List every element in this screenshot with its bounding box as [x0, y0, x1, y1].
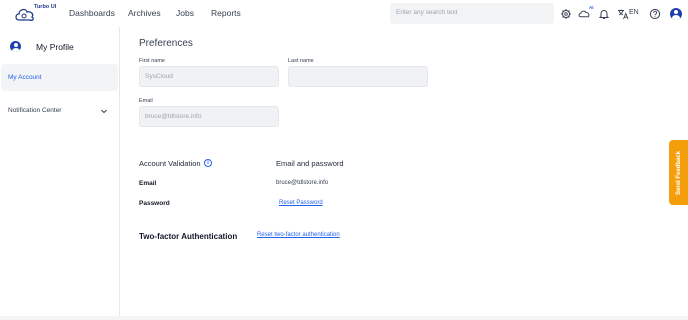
help-icon[interactable]	[649, 8, 661, 20]
nav-dashboards[interactable]: Dashboards	[69, 8, 115, 18]
nav-archives[interactable]: Archives	[128, 8, 161, 18]
first-name-label: First name	[139, 58, 165, 64]
app-logo[interactable]: Turbo UI	[14, 3, 57, 25]
search-input[interactable]: Enter any search text	[390, 3, 554, 24]
sidebar-item-label: My Account	[8, 74, 42, 81]
password-label: Password	[139, 200, 170, 207]
nav-jobs[interactable]: Jobs	[176, 8, 194, 18]
validation-method: Email and password	[276, 159, 344, 168]
send-feedback-button[interactable]: Send Feedback	[669, 140, 688, 205]
chevron-down-icon[interactable]	[100, 107, 108, 115]
profile-avatar-icon	[10, 41, 21, 52]
page-title: Preferences	[139, 38, 193, 49]
sidebar-item-my-account[interactable]: My Account	[1, 64, 118, 91]
account-validation-title: Account Validation	[139, 159, 201, 168]
user-avatar-icon[interactable]	[670, 8, 682, 20]
bottom-divider	[0, 316, 688, 320]
reset-two-factor-link[interactable]: Reset two-factor authentication	[257, 232, 340, 238]
first-name-field[interactable]: SysCloud	[139, 66, 279, 87]
sidebar-title: My Profile	[36, 42, 74, 52]
bell-icon[interactable]	[598, 8, 610, 20]
last-name-field[interactable]	[288, 66, 428, 87]
gear-icon[interactable]	[560, 8, 572, 20]
nav-reports[interactable]: Reports	[211, 8, 241, 18]
email-field[interactable]: bruce@tdlstore.info	[139, 106, 279, 127]
top-bar: Turbo UI Dashboards Archives Jobs Report…	[0, 0, 688, 27]
info-icon[interactable]: i	[204, 159, 212, 167]
last-name-label: Last name	[288, 58, 314, 64]
ai-badge: AI	[589, 5, 594, 10]
language-selector[interactable]: EN	[629, 9, 639, 16]
two-factor-title: Two-factor Authentication	[139, 232, 238, 241]
send-feedback-label: Send Feedback	[675, 150, 682, 195]
sidebar-item-notification-center[interactable]: Notification Center	[8, 107, 61, 114]
logo-text: Turbo UI	[34, 4, 57, 10]
translate-icon[interactable]	[617, 8, 629, 20]
cloud-logo-icon	[15, 8, 34, 21]
validation-email-value: bruce@tdlstore.info	[276, 180, 329, 186]
validation-email-label: Email	[139, 180, 157, 187]
email-label: Email	[139, 98, 153, 104]
reset-password-link[interactable]: Reset Password	[279, 200, 323, 206]
sidebar: My Profile My Account Notification Cente…	[0, 27, 120, 320]
